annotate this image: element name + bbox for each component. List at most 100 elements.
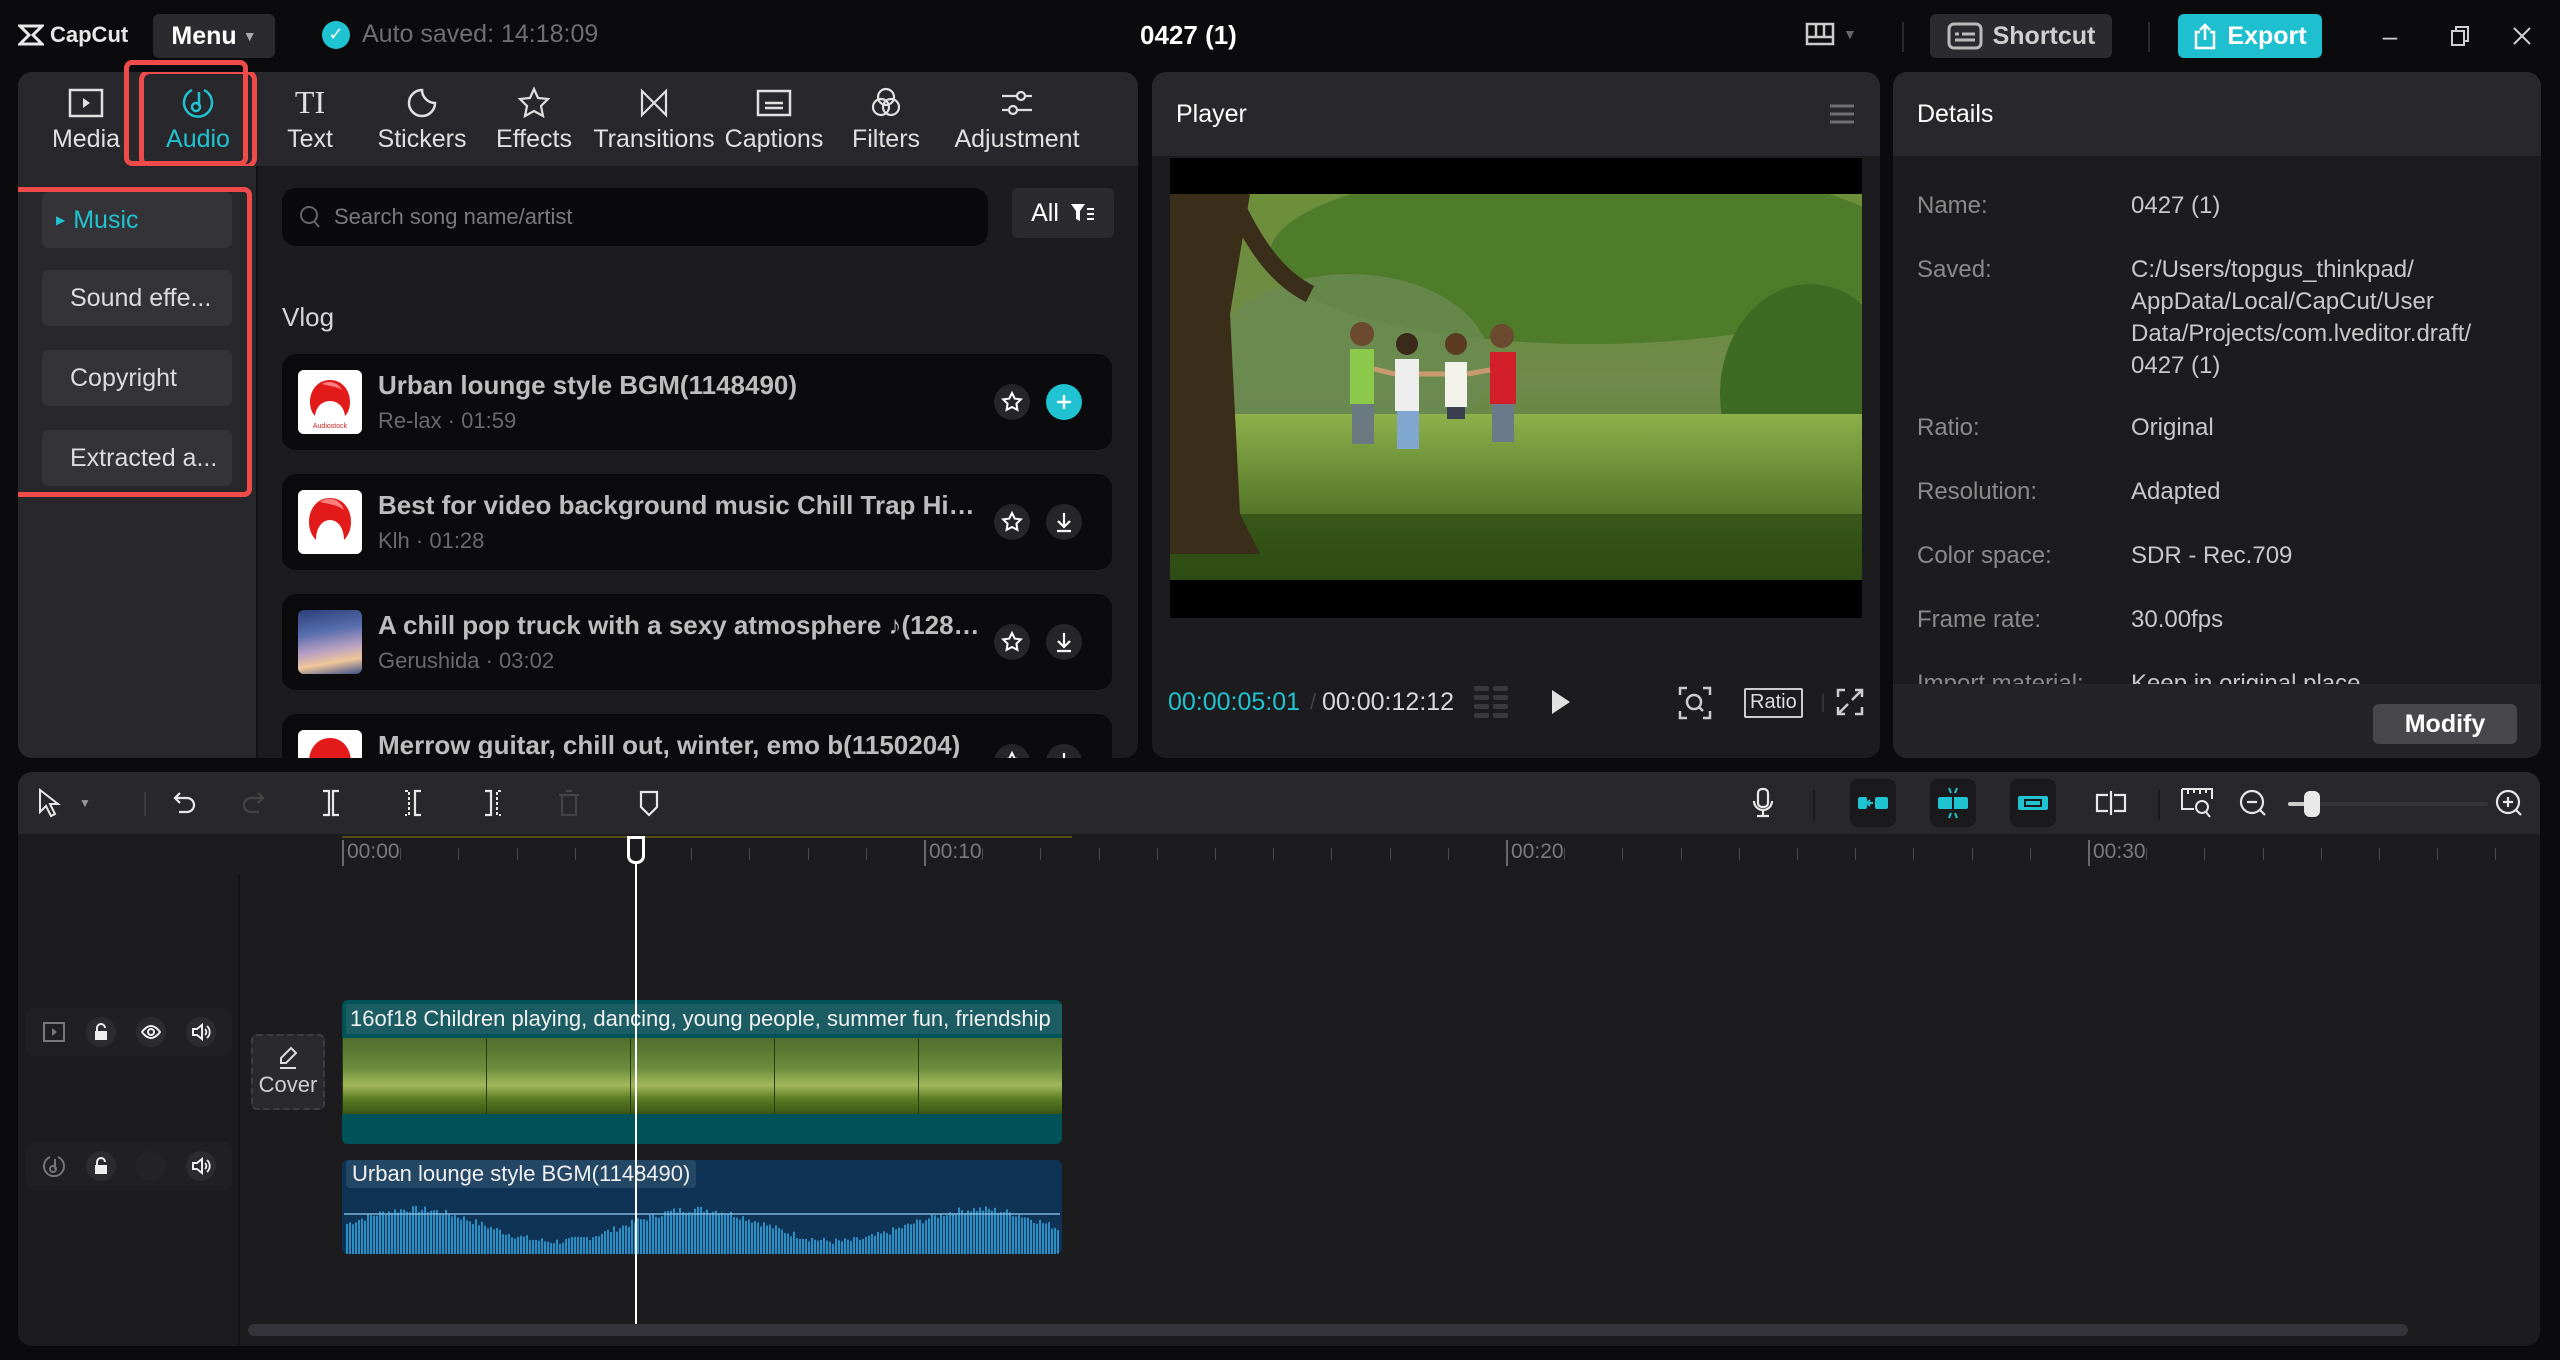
waveform-bar: [682, 1212, 684, 1254]
delete-left-button[interactable]: [392, 782, 434, 824]
waveform-bar: [988, 1208, 990, 1254]
waveform-bar: [481, 1221, 483, 1254]
favorite-button[interactable]: [994, 624, 1030, 660]
adjustment-sliders-icon: [1002, 90, 1032, 115]
restore-button[interactable]: [2440, 18, 2480, 54]
record-voiceover-button[interactable]: [1742, 782, 1784, 824]
waveform-bar: [547, 1241, 549, 1254]
tab-captions[interactable]: Captions: [718, 72, 830, 166]
video-thumbnail-frame: [870, 1038, 918, 1114]
waveform-bar: [811, 1238, 813, 1254]
timeline-zoom-slider[interactable]: [2288, 791, 2488, 817]
layout-button[interactable]: ▼: [1805, 22, 1857, 46]
add-marker-button[interactable]: [628, 782, 670, 824]
waveform-bar: [994, 1207, 996, 1254]
waveform-bar: [685, 1212, 687, 1254]
divider: [1902, 22, 1904, 52]
download-button[interactable]: [1046, 504, 1082, 540]
main-track-magnet-button[interactable]: [1850, 779, 1896, 827]
delete-button[interactable]: [548, 782, 590, 824]
waveform-bar: [430, 1210, 432, 1254]
waveform-bar: [445, 1209, 447, 1254]
playhead-line[interactable]: [635, 842, 637, 1332]
close-button[interactable]: [2502, 18, 2542, 54]
audio-clip[interactable]: Urban lounge style BGM(1148490): [342, 1160, 1062, 1254]
waveform-bar: [946, 1215, 948, 1254]
download-button[interactable]: [1046, 744, 1082, 758]
zoom-preview-icon[interactable]: [1678, 686, 1712, 720]
audio-meter-icon: [1474, 686, 1508, 718]
song-item[interactable]: A chill pop truck with a sexy atmosphere…: [282, 594, 1112, 690]
tab-label: Transitions: [593, 124, 715, 153]
song-search-box[interactable]: [282, 188, 988, 246]
ratio-button[interactable]: Ratio: [1744, 688, 1803, 718]
waveform-bar: [667, 1210, 669, 1254]
download-button[interactable]: [1046, 624, 1082, 660]
caret-down-icon: ▼: [1843, 26, 1857, 42]
fullscreen-icon[interactable]: [1836, 688, 1864, 716]
waveform-bar: [1003, 1212, 1005, 1254]
waveform-bar: [778, 1227, 780, 1254]
total-timecode: 00:00:12:12: [1322, 687, 1455, 716]
delete-right-button[interactable]: [472, 782, 514, 824]
tab-effects[interactable]: Effects: [478, 72, 590, 166]
lock-track-button[interactable]: [86, 1017, 116, 1047]
preview-axis-button[interactable]: [2090, 782, 2132, 824]
modify-button[interactable]: Modify: [2373, 704, 2517, 744]
mute-track-button[interactable]: [186, 1017, 216, 1047]
video-thumbnail-frame: [582, 1038, 630, 1114]
player-title: Player: [1176, 99, 1247, 128]
redo-button[interactable]: [232, 782, 274, 824]
song-item[interactable]: Best for video background music Chill Tr…: [282, 474, 1112, 570]
zoom-out-button[interactable]: [2232, 782, 2274, 824]
waveform-bar: [511, 1237, 513, 1254]
song-search-input[interactable]: [334, 204, 934, 230]
tab-text[interactable]: TI Text: [254, 72, 366, 166]
tab-filters[interactable]: Filters: [830, 72, 942, 166]
waveform-bar: [349, 1222, 351, 1254]
song-title: Best for video background music Chill Tr…: [378, 490, 988, 520]
song-item[interactable]: Audiostock Urban lounge style BGM(114849…: [282, 354, 1112, 450]
timeline-ruler[interactable]: 00:00 00:10 00:20 00:30: [18, 834, 2540, 874]
undo-button[interactable]: [164, 782, 206, 824]
zoom-to-fit-button[interactable]: [2176, 782, 2218, 824]
hamburger-menu-icon[interactable]: [1828, 103, 1856, 125]
details-panel: Details Name: 0427 (1) Saved: C:/Users/top…: [1893, 72, 2541, 758]
select-tool-dropdown[interactable]: ▼: [74, 782, 96, 824]
minimize-button[interactable]: –: [2370, 18, 2410, 54]
auto-snapping-button[interactable]: [1930, 779, 1976, 827]
playhead-handle[interactable]: [627, 836, 645, 864]
linkage-button[interactable]: [2010, 779, 2056, 827]
zoom-slider-handle[interactable]: [2304, 791, 2320, 817]
cover-button[interactable]: Cover: [251, 1034, 325, 1110]
detail-key: Saved:: [1917, 256, 1992, 283]
favorite-button[interactable]: [994, 504, 1030, 540]
details-header: Details: [1893, 72, 2541, 156]
tab-transitions[interactable]: Transitions: [590, 72, 718, 166]
waveform-bar: [613, 1226, 615, 1254]
export-button[interactable]: Export: [2178, 14, 2322, 58]
mute-track-button[interactable]: [186, 1151, 216, 1181]
waveform-bar: [1027, 1217, 1029, 1254]
lock-track-button[interactable]: [86, 1151, 116, 1181]
zoom-in-button[interactable]: [2488, 782, 2530, 824]
video-preview[interactable]: [1170, 158, 1862, 618]
add-to-timeline-button[interactable]: [1046, 384, 1082, 420]
video-clip[interactable]: 16of18 Children playing, dancing, young …: [342, 1000, 1062, 1144]
waveform-bar: [523, 1236, 525, 1254]
shortcut-button[interactable]: Shortcut: [1930, 14, 2112, 58]
autosave-status: ✓ Auto saved: 14:18:09: [322, 20, 598, 49]
select-tool-button[interactable]: [28, 782, 70, 824]
tab-stickers[interactable]: Stickers: [366, 72, 478, 166]
play-icon[interactable]: [1550, 688, 1572, 716]
favorite-button[interactable]: [994, 744, 1030, 758]
filter-button[interactable]: All: [1012, 188, 1114, 238]
song-item[interactable]: Merrow guitar, chill out, winter, emo b(…: [282, 714, 1112, 758]
favorite-button[interactable]: [994, 384, 1030, 420]
hide-track-button[interactable]: [136, 1017, 166, 1047]
tab-adjustment[interactable]: Adjustment: [942, 72, 1092, 166]
menu-button[interactable]: Menu ▼: [153, 14, 275, 58]
split-button[interactable]: [310, 782, 352, 824]
highlight-annotation: [18, 187, 252, 497]
timeline-horizontal-scrollbar[interactable]: [248, 1324, 2408, 1336]
